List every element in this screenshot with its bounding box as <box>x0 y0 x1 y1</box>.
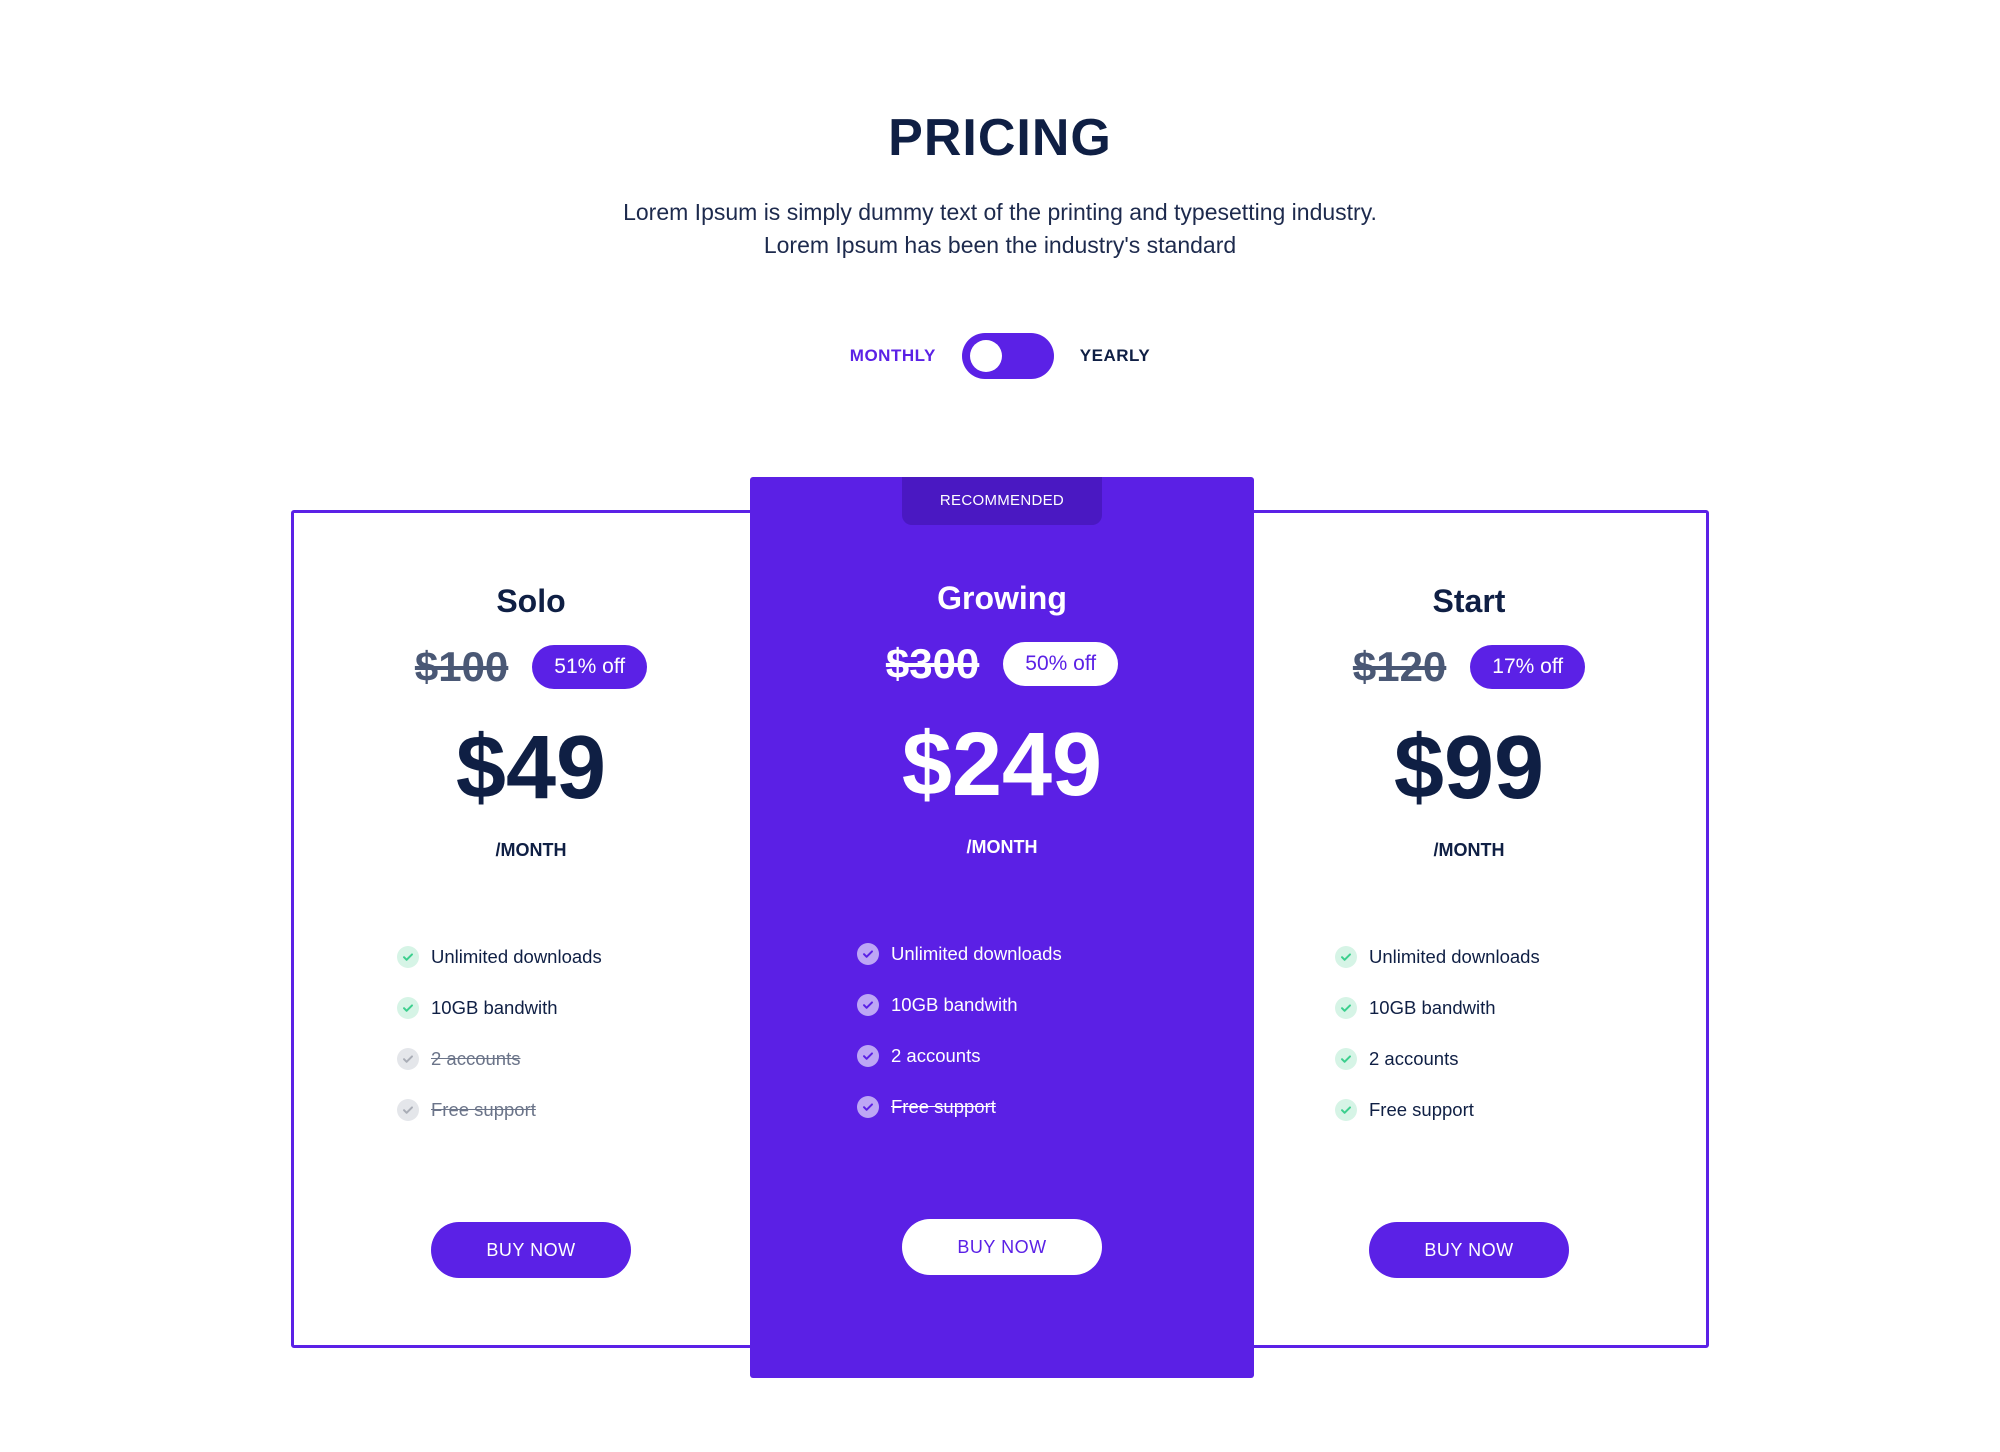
check-circle-icon <box>1335 1098 1357 1121</box>
billing-switch[interactable] <box>961 333 1054 379</box>
switch-knob <box>969 340 1002 372</box>
discount-badge: 17% off <box>1470 645 1586 689</box>
plan-name: Start <box>1432 583 1506 619</box>
feature-text: 10GB bandwith <box>1369 996 1496 1018</box>
feature-list: Unlimited downloads 10GB bandwith 2 acco… <box>294 931 768 1135</box>
page-title: PRICING <box>888 109 1112 167</box>
feature-item: 10GB bandwith <box>397 982 768 1033</box>
monthly-label[interactable]: MONTHLY <box>850 346 936 366</box>
original-price-row: $120 17% off <box>1232 643 1706 690</box>
pricing-page: PRICING Lorem Ipsum is simply dummy text… <box>0 0 2000 1452</box>
buy-now-button[interactable]: BUY NOW <box>1369 1222 1569 1278</box>
original-price-row: $300 50% off <box>750 640 1254 687</box>
billing-period: /MONTH <box>1433 840 1505 860</box>
plan-price: $49 <box>455 718 607 818</box>
billing-toggle: MONTHLY YEARLY <box>0 332 2000 380</box>
feature-item-excluded: 2 accounts <box>397 1033 768 1084</box>
discount-badge: 50% off <box>1003 642 1119 686</box>
original-price: $300 <box>885 640 980 687</box>
original-price: $100 <box>414 643 509 690</box>
feature-text: 10GB bandwith <box>891 993 1018 1015</box>
feature-item: Unlimited downloads <box>397 931 768 982</box>
recommended-ribbon: RECOMMENDED <box>902 477 1102 525</box>
discount-badge: 51% off <box>532 645 648 689</box>
feature-text: Unlimited downloads <box>431 945 602 967</box>
billing-period: /MONTH <box>966 837 1038 857</box>
original-price: $120 <box>1352 643 1447 690</box>
check-circle-icon <box>857 1095 879 1118</box>
plan-name: Growing <box>937 580 1067 616</box>
plan-card-growing: RECOMMENDED Growing $300 50% off $249 /M… <box>750 477 1254 1378</box>
feature-text: 10GB bandwith <box>431 996 558 1018</box>
feature-text: Unlimited downloads <box>891 942 1062 964</box>
feature-text: 2 accounts <box>1369 1047 1459 1069</box>
page-subtitle: Lorem Ipsum is simply dummy text of the … <box>623 199 1377 258</box>
feature-item: Unlimited downloads <box>857 928 1254 979</box>
feature-item-excluded: Free support <box>857 1081 1254 1132</box>
check-circle-icon <box>1335 945 1357 968</box>
plan-card-solo: Solo $100 51% off $49 /MONTH Unlimited d… <box>291 510 771 1348</box>
check-circle-icon <box>857 1044 879 1067</box>
feature-text: Unlimited downloads <box>1369 945 1540 967</box>
buy-now-button[interactable]: BUY NOW <box>902 1219 1102 1275</box>
feature-text: 2 accounts <box>891 1044 981 1066</box>
plan-price: $99 <box>1393 718 1545 818</box>
feature-list: Unlimited downloads 10GB bandwith 2 acco… <box>750 928 1254 1132</box>
feature-item-excluded: Free support <box>397 1084 768 1135</box>
check-circle-icon <box>397 1047 419 1070</box>
feature-item: 10GB bandwith <box>857 979 1254 1030</box>
feature-item: 10GB bandwith <box>1335 982 1706 1033</box>
feature-text: Free support <box>431 1098 536 1120</box>
check-circle-icon <box>397 945 419 968</box>
feature-item: Free support <box>1335 1084 1706 1135</box>
buy-now-button[interactable]: BUY NOW <box>431 1222 631 1278</box>
original-price-row: $100 51% off <box>294 643 768 690</box>
check-circle-icon <box>397 996 419 1019</box>
plan-name: Solo <box>496 583 566 619</box>
check-circle-icon <box>857 942 879 965</box>
billing-period: /MONTH <box>495 840 567 860</box>
check-circle-icon <box>1335 1047 1357 1070</box>
plan-price: $249 <box>901 715 1103 815</box>
check-circle-icon <box>397 1098 419 1121</box>
check-circle-icon <box>1335 996 1357 1019</box>
feature-text: Free support <box>891 1095 996 1117</box>
yearly-label[interactable]: YEARLY <box>1080 346 1150 366</box>
feature-list: Unlimited downloads 10GB bandwith 2 acco… <box>1232 931 1706 1135</box>
check-circle-icon <box>857 993 879 1016</box>
feature-text: Free support <box>1369 1098 1474 1120</box>
plan-card-start: Start $120 17% off $99 /MONTH Unlimited … <box>1229 510 1709 1348</box>
feature-text: 2 accounts <box>431 1047 521 1069</box>
feature-item: Unlimited downloads <box>1335 931 1706 982</box>
feature-item: 2 accounts <box>1335 1033 1706 1084</box>
feature-item: 2 accounts <box>857 1030 1254 1081</box>
